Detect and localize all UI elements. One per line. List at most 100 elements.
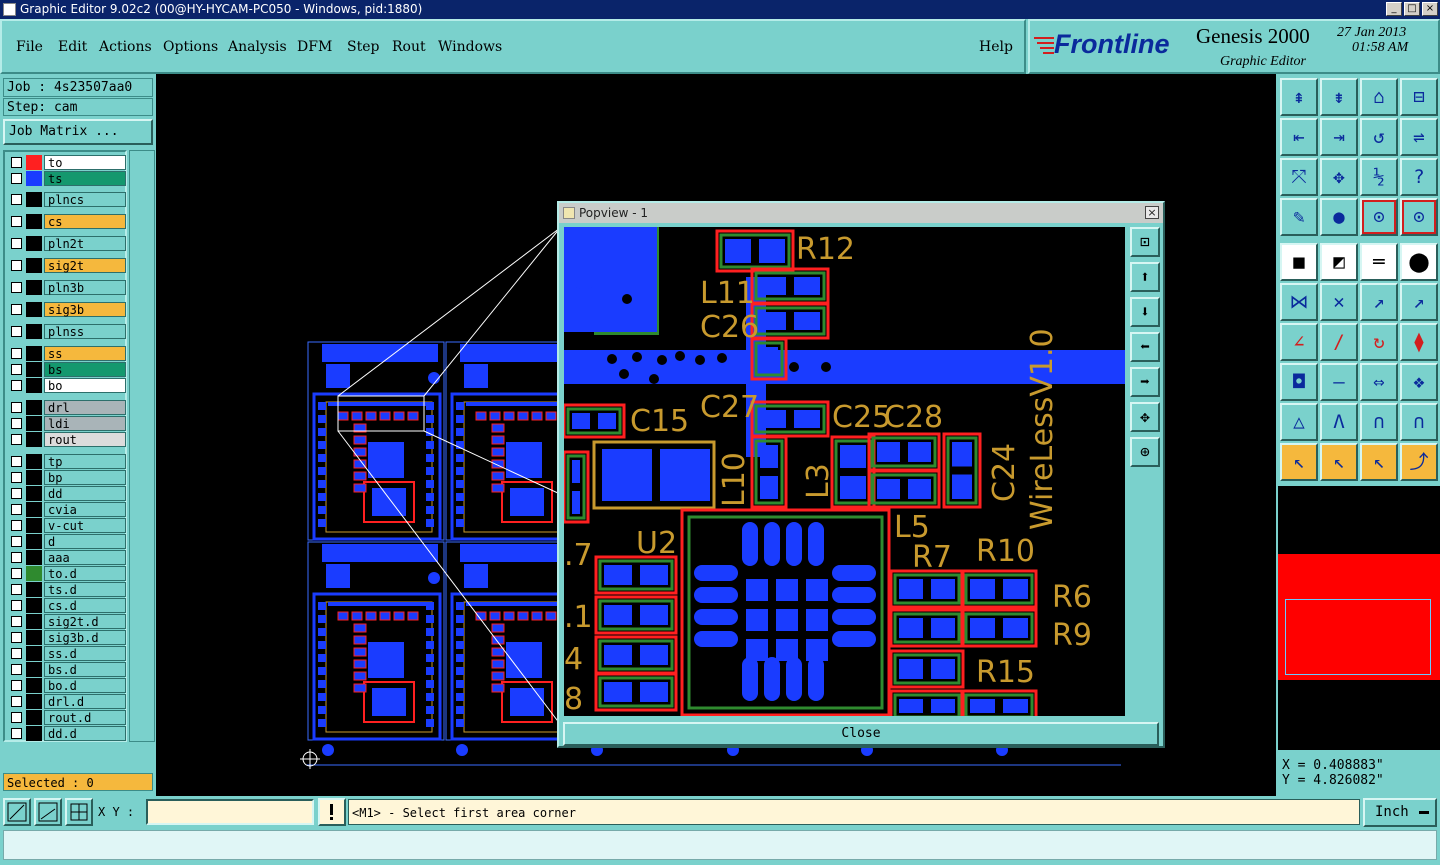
select-cursor-icon[interactable]: ↖ (1280, 443, 1318, 481)
layer-checkbox[interactable] (11, 304, 22, 315)
net-select-icon[interactable]: ⊙ (1400, 198, 1438, 236)
tweezers-icon[interactable]: ✎ (1280, 198, 1318, 236)
layer-color-swatch[interactable] (26, 566, 42, 581)
layer-color-swatch[interactable] (26, 550, 42, 565)
layer-checkbox[interactable] (11, 664, 22, 675)
layer-row-drl[interactable]: drl (8, 400, 126, 415)
pop-pan-right-icon[interactable]: ➡ (1130, 367, 1160, 397)
layer-color-swatch[interactable] (26, 324, 42, 339)
scale-1-2-icon[interactable]: ½ (1360, 158, 1398, 196)
layer-color-swatch[interactable] (26, 258, 42, 273)
arch-split-icon[interactable]: ∩ (1400, 403, 1438, 441)
layer-color-swatch[interactable] (26, 362, 42, 377)
layer-row-plncs[interactable]: plncs (8, 192, 126, 207)
layer-checkbox[interactable] (11, 648, 22, 659)
rotate-icon[interactable]: ↺ (1360, 118, 1398, 156)
layer-row-to.d[interactable]: to.d (8, 566, 126, 581)
resize-icon[interactable]: ⇔ (1360, 363, 1398, 401)
layer-row-v-cut[interactable]: v-cut (8, 518, 126, 533)
split-view-icon[interactable]: ⊟ (1400, 78, 1438, 116)
home-icon[interactable]: ⌂ (1360, 78, 1398, 116)
pop-zoom-fit-icon[interactable]: ⊡ (1130, 227, 1160, 257)
menu-analysis[interactable]: Analysis (228, 39, 287, 55)
layer-color-swatch[interactable] (26, 280, 42, 295)
layer-checkbox[interactable] (11, 418, 22, 429)
layer-checkbox[interactable] (11, 504, 22, 515)
layer-color-swatch[interactable] (26, 454, 42, 469)
layer-color-swatch[interactable] (26, 400, 42, 415)
net-icon[interactable]: ⊙ (1360, 198, 1398, 236)
mirror-f-icon[interactable]: ⧫ (1400, 323, 1438, 361)
warning-icon[interactable] (318, 798, 346, 826)
menu-step[interactable]: Step (347, 39, 379, 55)
layer-checkbox[interactable] (11, 326, 22, 337)
layer-row-rout.d[interactable]: rout.d (8, 710, 126, 725)
minimize-icon[interactable]: _ (1386, 2, 1402, 16)
layer-color-swatch[interactable] (26, 171, 42, 186)
page-down-icon[interactable]: ⇟ (1320, 78, 1358, 116)
layer-color-swatch[interactable] (26, 662, 42, 677)
menu-rout[interactable]: Rout (392, 39, 426, 55)
pop-zoom-in-icon[interactable]: ✥ (1130, 402, 1160, 432)
add-shape-icon[interactable]: ◘ (1280, 363, 1318, 401)
flip-icon[interactable]: ⇌ (1400, 118, 1438, 156)
layer-color-swatch[interactable] (26, 155, 42, 170)
layer-checkbox[interactable] (11, 402, 22, 413)
layer-color-swatch[interactable] (26, 346, 42, 361)
pop-pan-up-icon[interactable]: ⬆ (1130, 262, 1160, 292)
layer-checkbox[interactable] (11, 728, 22, 739)
layer-color-swatch[interactable] (26, 694, 42, 709)
ruler-icon[interactable]: ═ (1360, 243, 1398, 281)
layer-row-aaa[interactable]: aaa (8, 550, 126, 565)
snap-center-icon[interactable]: ⬤ (1400, 243, 1438, 281)
layer-checkbox[interactable] (11, 434, 22, 445)
layer-row-drl.d[interactable]: drl.d (8, 694, 126, 709)
layer-checkbox[interactable] (11, 712, 22, 723)
popview-zoom-view[interactable]: R12 L11 C26 C27 C15 C25 C28 L10 L3 C24 L5 U2 R7 R10 R6… (564, 227, 1125, 716)
arc-node-icon[interactable]: ↗ (1400, 283, 1438, 321)
layer-row-cvia[interactable]: cvia (8, 502, 126, 517)
layer-row-dd[interactable]: dd (8, 486, 126, 501)
layer-row-bs.d[interactable]: bs.d (8, 662, 126, 677)
menu-windows[interactable]: Windows (438, 39, 502, 55)
angle-icon[interactable]: ∠ (1280, 323, 1318, 361)
layer-checkbox[interactable] (11, 680, 22, 691)
layer-row-sig3b.d[interactable]: sig3b.d (8, 630, 126, 645)
layer-checkbox[interactable] (11, 348, 22, 359)
layer-row-sig2t.d[interactable]: sig2t.d (8, 614, 126, 629)
menu-actions[interactable]: Actions (99, 39, 152, 55)
layer-color-swatch[interactable] (26, 378, 42, 393)
layer-checkbox[interactable] (11, 456, 22, 467)
menu-edit[interactable]: Edit (58, 39, 87, 55)
layer-color-swatch[interactable] (26, 726, 42, 741)
grid-icon[interactable] (65, 798, 93, 826)
layer-checkbox[interactable] (11, 568, 22, 579)
layer-color-swatch[interactable] (26, 486, 42, 501)
layer-row-to[interactable]: to (8, 155, 126, 170)
minus-icon[interactable]: — (1320, 363, 1358, 401)
layer-checkbox[interactable] (11, 696, 22, 707)
cross-icon[interactable]: ✕ (1320, 283, 1358, 321)
menu-file[interactable]: File (16, 39, 43, 55)
popview-close-icon[interactable]: × (1145, 206, 1159, 219)
pop-zoom-out-icon[interactable]: ⊕ (1130, 437, 1160, 467)
layer-color-swatch[interactable] (26, 214, 42, 229)
popview-close-button[interactable]: Close (563, 722, 1159, 746)
snap-corner-icon[interactable]: ◩ (1320, 243, 1358, 281)
job-matrix-button[interactable]: Job Matrix ... (3, 119, 153, 145)
pencil-line-icon[interactable]: / (1320, 323, 1358, 361)
layer-checkbox[interactable] (11, 536, 22, 547)
layer-row-cs[interactable]: cs (8, 214, 126, 229)
layer-color-swatch[interactable] (26, 678, 42, 693)
layer-row-rout[interactable]: rout (8, 432, 126, 447)
layer-row-tp[interactable]: tp (8, 454, 126, 469)
layer-checkbox[interactable] (11, 488, 22, 499)
layer-row-sig2t[interactable]: sig2t (8, 258, 126, 273)
layer-color-swatch[interactable] (26, 192, 42, 207)
layer-row-ts.d[interactable]: ts.d (8, 582, 126, 597)
layer-checkbox[interactable] (11, 584, 22, 595)
menu-dfm[interactable]: DFM (297, 39, 332, 55)
arch-icon[interactable]: ∩ (1360, 403, 1398, 441)
layer-color-swatch[interactable] (26, 534, 42, 549)
layer-color-swatch[interactable] (26, 614, 42, 629)
